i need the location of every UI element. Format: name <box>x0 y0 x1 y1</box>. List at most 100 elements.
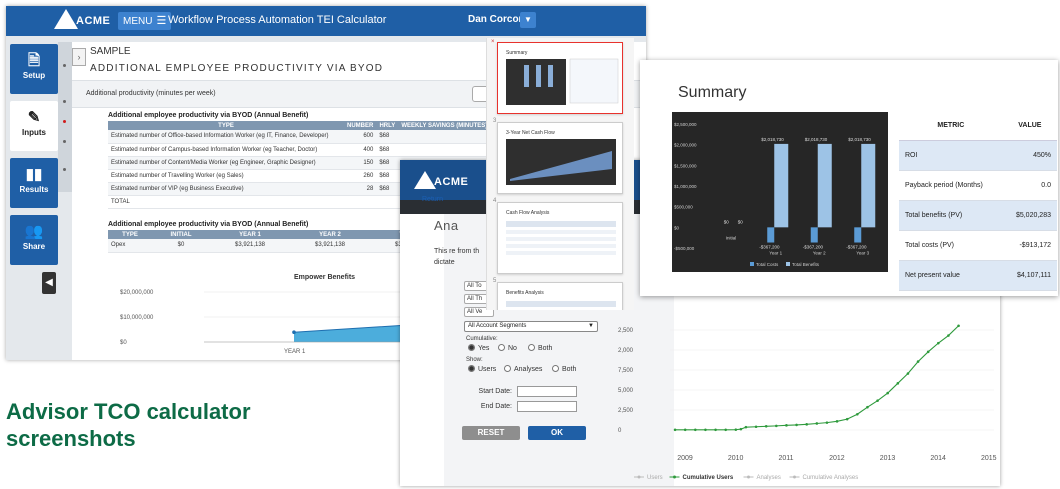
sidebar-item-results[interactable]: ▮▮ Results <box>10 158 58 208</box>
ok-button[interactable]: OK <box>528 426 586 440</box>
slide-thumbnail-benefits-analysis[interactable]: Benefits Analysis <box>497 282 623 310</box>
cell-type: Estimated number of Office-based Informa… <box>108 130 344 144</box>
sidebar-item-share[interactable]: 👥 Share <box>10 215 58 265</box>
table-row: Total costs (PV) -$913,172 <box>899 230 1057 261</box>
bar-label: $0 <box>724 219 730 224</box>
chart-title: Empower Benefits <box>294 274 356 281</box>
bar-label: -$367,200 <box>759 245 780 250</box>
thumb-table <box>569 58 619 104</box>
table-row: Payback period (Months) 0.0 <box>899 170 1057 201</box>
thumb-table-graphic <box>506 301 616 307</box>
x-tick-label: Year 3 <box>856 251 869 256</box>
sidebar-item-inputs[interactable]: ✎ Inputs <box>10 101 58 151</box>
menu-label: MENU <box>123 16 153 27</box>
slide-thumbnail-summary[interactable]: Summary <box>497 42 623 114</box>
radio-cumulative-yes[interactable]: Yes <box>468 344 489 352</box>
thumb-row <box>506 237 616 241</box>
radio-show-users[interactable]: Users <box>468 365 496 373</box>
cell-number[interactable]: 150 <box>344 156 377 170</box>
nav-dot-active-icon[interactable] <box>63 120 66 123</box>
cell-hrly: $68 <box>376 130 399 144</box>
col-type: TYPE <box>108 121 344 130</box>
cell-hrly: $68 <box>376 169 399 183</box>
legend-label: Analyses <box>757 475 781 481</box>
cell-number[interactable]: 400 <box>344 143 377 157</box>
cell-number[interactable]: 600 <box>344 130 377 144</box>
thumb-cashflow-graphic <box>506 139 616 185</box>
expand-icon[interactable]: › <box>72 48 86 66</box>
data-point <box>957 324 960 328</box>
nav-dot-icon[interactable] <box>63 64 66 67</box>
data-point <box>739 427 743 431</box>
x-tick-label: 2012 <box>829 455 845 462</box>
x-tick-label: 2011 <box>778 455 793 462</box>
col-metric: METRIC <box>899 112 1003 141</box>
close-icon[interactable]: × <box>491 39 495 45</box>
legend-label: Cumulative Analyses <box>803 475 859 481</box>
user-dropdown-icon[interactable]: ▼ <box>520 12 536 28</box>
x-tick-label: 2010 <box>728 455 744 462</box>
top-bar: ACME MENU ☰ Workflow Process Automation T… <box>6 6 646 36</box>
collapse-sidebar-icon[interactable]: ◀ <box>42 272 56 294</box>
slide-number: 4 <box>493 198 497 204</box>
bar-label: $2,018,730 <box>848 137 871 142</box>
y-tick-label: $2,000,000 <box>674 143 697 148</box>
account-segment-select[interactable]: All Account Segments ▼ <box>464 321 598 332</box>
thumb-row <box>506 221 616 227</box>
x-tick-label: Initial <box>726 235 737 240</box>
logo-text: ACME <box>76 15 111 27</box>
slide-number: 3 <box>493 118 497 124</box>
bar-label: -$367,200 <box>846 245 867 250</box>
page-title: Ana <box>434 218 459 233</box>
summary-metrics-table: METRIC VALUE ROI 450% Payback period (Mon… <box>899 112 1057 291</box>
radio-show-both[interactable]: Both <box>552 365 576 373</box>
cell-number[interactable]: 28 <box>344 182 377 196</box>
data-point <box>775 424 778 428</box>
slide-thumbnail-cash-flow[interactable]: 3-Year Net Cash Flow <box>497 122 623 194</box>
slide-thumbnail-cash-flow-analysis[interactable]: Cash Flow Analysis <box>497 202 623 274</box>
sidebar-item-setup[interactable]: 🗎 Setup <box>10 44 58 94</box>
radio-selected-icon <box>468 344 475 351</box>
bar-total-benefits <box>861 143 876 228</box>
end-date-input[interactable] <box>517 401 577 412</box>
cell-type: Estimated number of Travelling Worker (e… <box>108 169 344 183</box>
bar-label: -$367,200 <box>803 245 824 250</box>
metric-name: Net present value <box>899 260 1003 291</box>
x-tick-label: YEAR 1 <box>284 349 306 355</box>
acme-logo[interactable]: ACME <box>414 170 494 194</box>
cell-type: Estimated number of Campus-based Informa… <box>108 143 344 157</box>
legend-marker <box>793 475 796 479</box>
data-point <box>734 428 738 431</box>
start-date-input[interactable] <box>517 386 577 397</box>
y-tick-label: 0 <box>618 428 622 434</box>
radio-icon <box>552 365 559 372</box>
table-row: Net present value $4,107,111 <box>899 260 1057 291</box>
legend-swatch <box>750 262 754 266</box>
return-link[interactable]: Return <box>422 196 443 203</box>
radio-label: Yes <box>478 345 490 352</box>
data-point <box>764 425 768 428</box>
sidebar: 🗎 Setup ✎ Inputs ▮▮ Results 👥 Share <box>10 44 58 272</box>
col-weekly-savings: WEEKLY SAVINGS (MINUTES) <box>398 121 491 130</box>
bar-chart-icon: ▮▮ <box>25 166 43 183</box>
people-icon: 👥 <box>24 223 44 240</box>
y-tick-label: $0 <box>120 340 127 346</box>
legend-marker <box>747 475 750 479</box>
nav-dot-icon[interactable] <box>63 140 66 143</box>
radio-cumulative-no[interactable]: No <box>498 344 517 352</box>
legend-label: Total Costs <box>756 262 779 267</box>
legend-label: Total Benefits <box>792 262 820 267</box>
caption-line2: screenshots <box>6 426 136 451</box>
cell-number[interactable]: 260 <box>344 169 377 183</box>
radio-show-analyses[interactable]: Analyses <box>504 365 542 373</box>
nav-dot-icon[interactable] <box>63 168 66 171</box>
radio-label: No <box>508 345 517 352</box>
thumb-row <box>506 230 616 234</box>
menu-button[interactable]: MENU ☰ <box>118 12 172 30</box>
reset-button[interactable]: RESET <box>462 426 520 440</box>
nav-dot-icon[interactable] <box>63 100 66 103</box>
x-tick-label: 2014 <box>930 455 946 462</box>
y-tick-label: 2,000 <box>618 348 634 354</box>
radio-cumulative-both[interactable]: Both <box>528 344 552 352</box>
y-tick-label: $10,000,000 <box>120 315 154 321</box>
